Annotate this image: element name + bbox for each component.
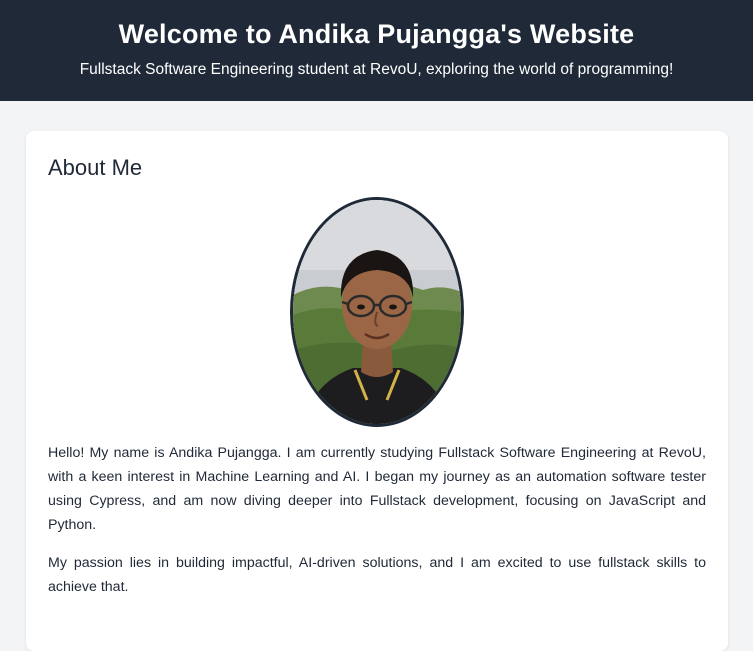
about-paragraph-2: My passion lies in building impactful, A…: [48, 555, 706, 595]
profile-photo-image: [293, 200, 461, 424]
profile-photo: [290, 197, 464, 427]
about-section-card: About Me Hello! My name is Andika Pujang…: [26, 131, 728, 651]
site-subtitle: Fullstack Software Engineering student a…: [79, 61, 674, 78]
about-paragraph-1: Hello! My name is Andika Pujangga. I am …: [48, 445, 706, 533]
site-header: Welcome to Andika Pujangga's Website Ful…: [0, 0, 753, 101]
section-title: About Me: [48, 155, 143, 180]
site-title: Welcome to Andika Pujangga's Website: [118, 19, 635, 49]
